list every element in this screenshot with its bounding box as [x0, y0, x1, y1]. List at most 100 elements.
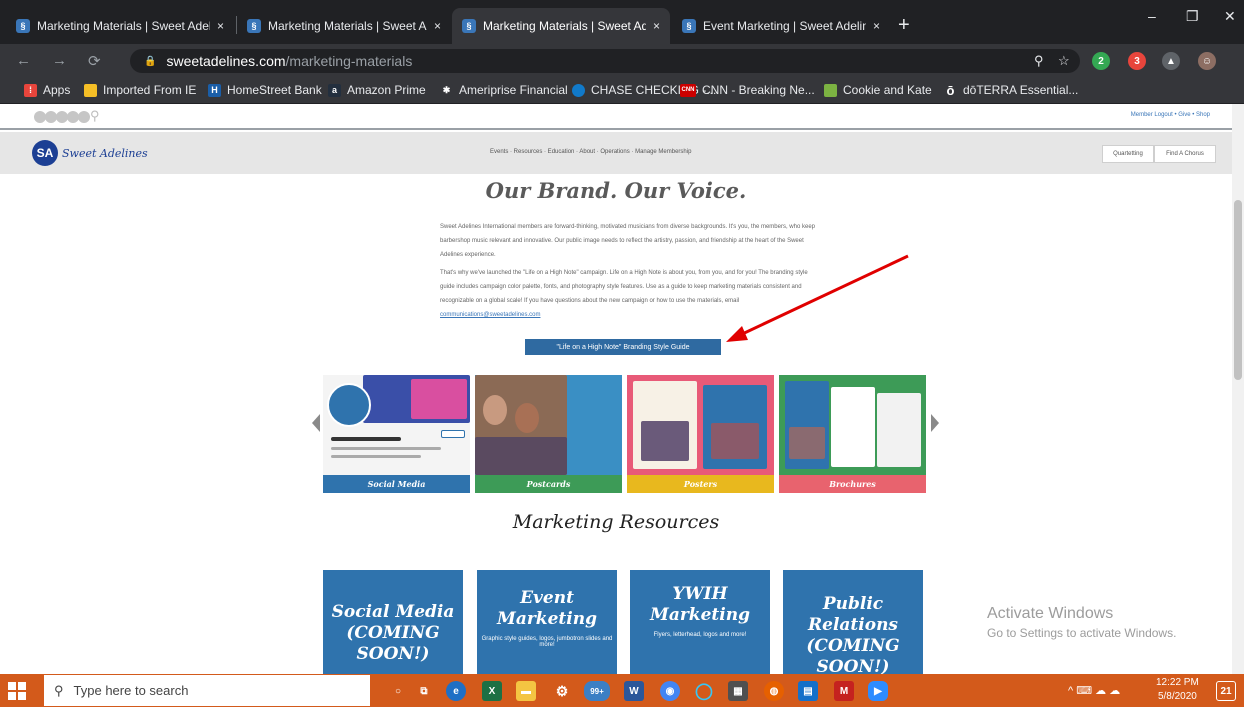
zoom-icon[interactable]: ⚲ [1034, 53, 1044, 69]
bookmark-imported-from-ie[interactable]: Imported From IE [84, 83, 196, 97]
taskbar-search-box[interactable]: ⚲ Type here to search [44, 675, 370, 706]
url-path: /marketing-materials [285, 53, 413, 69]
bookmark-apps[interactable]: ⁞ Apps [24, 83, 70, 97]
bookmark-cookie-and-kate[interactable]: Cookie and Kate [824, 83, 932, 97]
chase-icon [572, 83, 585, 97]
minimize-icon[interactable]: – [1148, 8, 1156, 24]
browser-tab-strip: § Marketing Materials | Sweet Adel × § M… [0, 0, 1244, 44]
browser-tab-4[interactable]: § Event Marketing | Sweet Adelines × [672, 8, 890, 44]
activate-windows-watermark: Activate Windows Go to Settings to activ… [987, 605, 1177, 640]
word-icon[interactable]: W [624, 681, 644, 701]
quartetting-button[interactable]: Quartetting [1102, 145, 1154, 163]
amazon-icon: a [328, 83, 341, 97]
taskbar-clock[interactable]: 12:22 PM 5/8/2020 [1156, 676, 1199, 704]
forward-icon[interactable]: → [52, 52, 67, 69]
restore-icon[interactable]: ❐ [1186, 8, 1199, 25]
firefox-icon[interactable]: ◍ [764, 681, 784, 701]
postcards-preview-image [475, 375, 622, 475]
cortana-ring-icon[interactable]: ◯ [694, 681, 714, 701]
reload-icon[interactable]: ⟳ [88, 52, 101, 70]
close-tab-icon[interactable]: × [653, 19, 660, 33]
social-media-preview-image [323, 375, 470, 475]
browser-tab-1[interactable]: § Marketing Materials | Sweet Adel × [6, 8, 234, 44]
carousel-next-icon[interactable] [931, 414, 939, 432]
close-tab-icon[interactable]: × [873, 19, 880, 33]
close-window-icon[interactable]: ✕ [1224, 8, 1236, 25]
bookmark-ameriprise[interactable]: ✱ Ameriprise Financial [440, 83, 568, 97]
back-icon[interactable]: ← [16, 52, 31, 69]
posters-preview-image [627, 375, 774, 475]
scrollbar-thumb[interactable] [1234, 200, 1242, 380]
card-brochures[interactable]: Brochures [779, 375, 926, 493]
marketing-resources-heading: Marketing Resources [512, 511, 720, 533]
url-host: sweetadelines.com [166, 53, 286, 69]
close-tab-icon[interactable]: × [434, 19, 441, 33]
extension-icon-3[interactable]: ▲ [1162, 52, 1180, 70]
carousel-prev-icon[interactable] [312, 414, 320, 432]
find-a-chorus-button[interactable]: Find A Chorus [1154, 145, 1216, 163]
tile-ywih-marketing[interactable]: YWIH Marketing Flyers, letterhead, logos… [630, 570, 770, 674]
bookmark-doterra[interactable]: ō dōTERRA Essential... [944, 83, 1078, 98]
homestreet-icon: H [208, 83, 221, 97]
settings-icon[interactable]: ⚙ [552, 681, 572, 701]
profile-avatar[interactable]: ☺ [1198, 52, 1216, 70]
extension-icon-2[interactable]: 3 [1128, 52, 1146, 70]
email-link[interactable]: communications@sweetadelines.com [440, 312, 540, 318]
card-postcards[interactable]: Postcards [475, 375, 622, 493]
new-tab-button[interactable]: + [898, 15, 910, 35]
brochures-preview-image [779, 375, 926, 475]
card-label: Social Media [323, 475, 470, 493]
cnn-icon: CNN [680, 83, 696, 97]
sweet-adelines-favicon: § [462, 19, 476, 33]
address-bar[interactable]: 🔒 sweetadelines.com /marketing-materials [130, 49, 1080, 73]
chrome-icon[interactable]: ◉ [660, 681, 680, 701]
news-icon[interactable]: ▤ [798, 681, 818, 701]
tile-social-media[interactable]: Social Media (COMING SOON!) [323, 570, 463, 674]
browser-tab-2[interactable]: § Marketing Materials | Sweet Adel × [237, 8, 451, 44]
sweet-adelines-favicon: § [16, 19, 30, 33]
bookmark-star-icon[interactable]: ☆ [1058, 53, 1070, 69]
logo-mark-icon: SA [32, 140, 58, 166]
gmail-icon[interactable]: M [834, 681, 854, 701]
page-scrollbar[interactable] [1232, 104, 1244, 674]
card-label: Brochures [779, 475, 926, 493]
screen: § Marketing Materials | Sweet Adel × § M… [0, 0, 1244, 707]
task-view-icon[interactable]: ⧉ [414, 681, 434, 701]
file-explorer-icon[interactable]: ▬ [516, 681, 536, 701]
browser-tab-3-active[interactable]: § Marketing Materials | Sweet Adel × [452, 8, 670, 44]
extension-icon-1[interactable]: 2 [1092, 52, 1110, 70]
tile-public-relations[interactable]: Public Relations (COMING SOON!) [783, 570, 923, 674]
calculator-icon[interactable]: ▦ [728, 681, 748, 701]
linkedin-icon[interactable] [78, 111, 90, 123]
card-posters[interactable]: Posters [627, 375, 774, 493]
logo-wordmark: Sweet Adelines [62, 146, 148, 160]
cortana-icon[interactable]: ○ [388, 681, 408, 701]
bookmark-cnn[interactable]: CNN CNN - Breaking Ne... [680, 83, 815, 97]
intro-paragraph-1: Sweet Adelines International members are… [440, 224, 815, 258]
tile-event-marketing[interactable]: Event Marketing Graphic style guides, lo… [477, 570, 617, 674]
doterra-icon: ō [944, 83, 957, 98]
page-title: Our Brand. Our Voice. [485, 178, 747, 203]
ameriprise-icon: ✱ [440, 83, 453, 97]
edge-icon[interactable]: e [446, 681, 466, 701]
main-nav[interactable]: Events · Resources · Education · About ·… [490, 149, 691, 155]
excel-icon[interactable]: X [482, 681, 502, 701]
notification-center-icon[interactable]: 21 [1216, 681, 1236, 701]
branding-style-guide-button[interactable]: "Life on a High Note" Branding Style Gui… [525, 339, 721, 355]
bookmarks-bar: ⁞ Apps Imported From IE H HomeStreet Bank … [0, 77, 1244, 104]
zoom-icon[interactable]: ▶ [868, 681, 888, 701]
web-page: ⚲ Member Logout • Give • Shop SA Sweet A… [0, 104, 1244, 674]
system-tray-icons[interactable]: ^ ⌨ ☁ ☁ [1068, 684, 1120, 697]
bookmark-homestreet[interactable]: H HomeStreet Bank [208, 83, 322, 97]
site-header: SA Sweet Adelines Events · Resources · E… [0, 132, 1232, 174]
site-search-icon[interactable]: ⚲ [90, 108, 100, 124]
card-social-media[interactable]: Social Media [323, 375, 470, 493]
windows-taskbar: ⚲ Type here to search ○ ⧉ e X ▬ ⚙ 99+ W … [0, 674, 1244, 707]
member-links[interactable]: Member Logout • Give • Shop [1131, 112, 1210, 118]
windows-start-icon[interactable] [8, 682, 26, 700]
mail-badge-icon[interactable]: 99+ [584, 681, 610, 701]
bookmark-amazon-prime[interactable]: a Amazon Prime [328, 83, 426, 97]
utility-bar: ⚲ Member Logout • Give • Shop [0, 104, 1232, 130]
close-tab-icon[interactable]: × [217, 19, 224, 33]
sweet-adelines-logo[interactable]: SA Sweet Adelines [32, 140, 148, 166]
